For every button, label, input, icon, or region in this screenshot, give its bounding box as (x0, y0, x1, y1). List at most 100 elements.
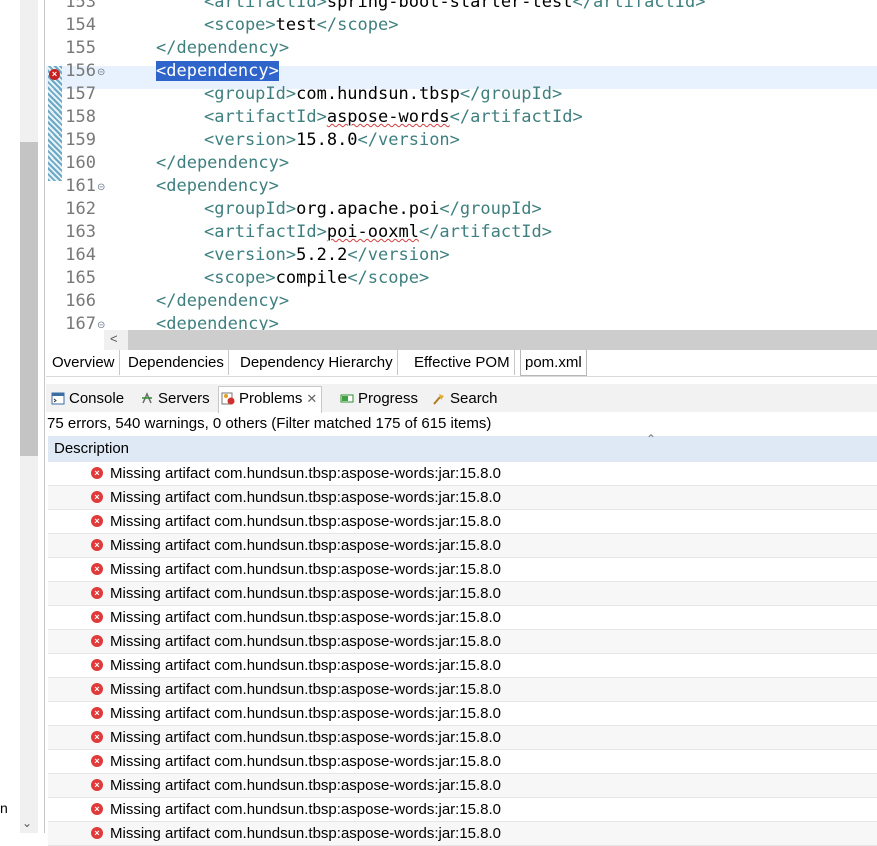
scroll-left-icon[interactable]: < (110, 331, 118, 346)
code-text[interactable]: </dependency> (156, 38, 289, 58)
line-number: 165 (65, 268, 96, 288)
column-description[interactable]: Description (54, 436, 129, 462)
problem-row[interactable]: × Missing artifact com.hundsun.tbsp:aspos… (48, 822, 877, 846)
code-text[interactable]: </dependency> (156, 291, 289, 311)
problems-summary: 75 errors, 540 warnings, 0 others (Filte… (47, 415, 492, 432)
pom-xml-editor[interactable]: 153 <artifactId>spring-boot-starter-test<… (46, 0, 877, 330)
tab-dependencies[interactable]: Dependencies (124, 350, 229, 375)
code-text[interactable]: <artifactId>aspose-words</artifactId> (204, 107, 583, 127)
line-number: 154 (65, 15, 96, 35)
left-scrollbar-thumb[interactable] (20, 142, 38, 456)
code-line[interactable]: 167 ⊝ <dependency> (46, 314, 877, 330)
code-text[interactable]: <scope>compile</scope> (204, 268, 429, 288)
tab-overview[interactable]: Overview (48, 350, 120, 375)
error-icon[interactable]: × (49, 69, 60, 80)
xml-value: com.hundsun.tbsp (296, 84, 460, 104)
xml-value: spring-boot-starter-test (326, 0, 573, 12)
problem-description: Missing artifact com.hundsun.tbsp:aspose… (110, 537, 502, 554)
xml-tag: <version> (204, 245, 297, 265)
tab-progress[interactable]: Progress (340, 387, 418, 411)
tab-pom-xml[interactable]: pom.xml (520, 350, 587, 376)
xml-value: test (275, 15, 317, 35)
problem-description: Missing artifact com.hundsun.tbsp:aspose… (110, 633, 502, 650)
problem-description: Missing artifact com.hundsun.tbsp:aspose… (110, 825, 502, 842)
code-text[interactable]: <dependency> (156, 61, 279, 81)
error-icon: × (91, 683, 103, 695)
code-text[interactable]: <groupId>org.apache.poi</groupId> (204, 199, 542, 219)
problem-row[interactable]: × Missing artifact com.hundsun.tbsp:aspos… (48, 726, 877, 750)
code-line[interactable]: 163 <artifactId>poi-ooxml</artifactId> (46, 222, 877, 250)
xml-tag: </dependency> (156, 38, 290, 58)
problem-row[interactable]: × Missing artifact com.hundsun.tbsp:aspos… (48, 534, 877, 558)
fold-collapse-icon[interactable]: ⊝ (97, 182, 105, 193)
views-tab-bar: Console Servers Problems ✕ Progress Searc… (46, 384, 877, 413)
xml-tag: </scope> (316, 15, 399, 35)
problem-row[interactable]: × Missing artifact com.hundsun.tbsp:aspos… (48, 486, 877, 510)
problem-row[interactable]: × Missing artifact com.hundsun.tbsp:aspos… (48, 510, 877, 534)
problem-row[interactable]: × Missing artifact com.hundsun.tbsp:aspos… (48, 630, 877, 654)
code-text[interactable]: <artifactId>poi-ooxml</artifactId> (204, 222, 552, 242)
close-icon[interactable]: ✕ (306, 391, 317, 406)
code-text[interactable]: <artifactId>spring-boot-starter-test</ar… (204, 0, 706, 12)
tab-search[interactable]: Search (432, 387, 498, 411)
error-icon: × (91, 587, 103, 599)
problem-row[interactable]: × Missing artifact com.hundsun.tbsp:aspos… (48, 678, 877, 702)
code-text[interactable]: <groupId>com.hundsun.tbsp</groupId> (204, 84, 562, 104)
fold-collapse-icon[interactable]: ⊝ (97, 320, 105, 330)
tab-effective-pom[interactable]: Effective POM (410, 350, 515, 375)
xml-value-spellcheck: poi-ooxml (326, 222, 419, 242)
error-icon: × (91, 827, 103, 839)
error-icon: × (91, 491, 103, 503)
code-text[interactable]: <dependency> (156, 176, 279, 196)
scroll-down-icon[interactable]: ⌄ (22, 816, 32, 830)
xml-value: org.apache.poi (296, 199, 440, 219)
fold-collapse-icon[interactable]: ⊝ (97, 67, 105, 78)
tab-console[interactable]: Console (51, 387, 124, 411)
tab-servers[interactable]: Servers (140, 387, 210, 411)
code-text[interactable]: <dependency> (156, 314, 279, 330)
xml-tag: </scope> (347, 268, 430, 288)
line-number: 167 (65, 314, 96, 330)
xml-tag: <dependency> (156, 61, 279, 81)
xml-tag: <groupId> (204, 84, 297, 104)
problem-row[interactable]: × Missing artifact com.hundsun.tbsp:aspos… (48, 462, 877, 486)
code-line[interactable]: 164 <version>5.2.2</version> (46, 245, 877, 273)
left-vertical-scrollbar[interactable]: ⌄ (20, 0, 38, 833)
line-number: 162 (65, 199, 96, 219)
problem-description: Missing artifact com.hundsun.tbsp:aspose… (110, 585, 502, 602)
xml-tag: </dependency> (156, 291, 290, 311)
left-panel-text: n (0, 800, 8, 816)
xml-value: 5.2.2 (296, 245, 348, 265)
xml-tag: <dependency> (156, 314, 279, 330)
code-line[interactable]: 153 <artifactId>spring-boot-starter-test<… (46, 0, 877, 20)
code-line[interactable]: 158 <artifactId>aspose-words</artifactId> (46, 107, 877, 135)
tab-console-label: Console (69, 390, 125, 407)
sort-caret-icon[interactable]: ⌃ (646, 432, 656, 446)
code-text[interactable]: <scope>test</scope> (204, 15, 399, 35)
error-icon: × (91, 755, 103, 767)
xml-tag: </artifactId> (449, 107, 583, 127)
problem-row[interactable]: × Missing artifact com.hundsun.tbsp:aspos… (48, 654, 877, 678)
code-text[interactable]: </dependency> (156, 153, 289, 173)
problem-row[interactable]: × Missing artifact com.hundsun.tbsp:aspos… (48, 582, 877, 606)
problem-description: Missing artifact com.hundsun.tbsp:aspose… (110, 801, 502, 818)
editor-scrollbar-thumb[interactable] (128, 330, 877, 350)
problem-row[interactable]: × Missing artifact com.hundsun.tbsp:aspos… (48, 558, 877, 582)
tab-problems[interactable]: Problems ✕ (218, 386, 323, 413)
problem-row[interactable]: × Missing artifact com.hundsun.tbsp:aspos… (48, 606, 877, 630)
error-icon: × (91, 539, 103, 551)
xml-value: compile (275, 268, 348, 288)
tab-dependency-hierarchy[interactable]: Dependency Hierarchy (236, 350, 398, 375)
problem-row[interactable]: × Missing artifact com.hundsun.tbsp:aspos… (48, 702, 877, 726)
problems-list: × Missing artifact com.hundsun.tbsp:aspos… (48, 462, 877, 846)
xml-tag: <groupId> (204, 199, 297, 219)
problem-row[interactable]: × Missing artifact com.hundsun.tbsp:aspos… (48, 798, 877, 822)
xml-value: 15.8.0 (296, 130, 358, 150)
code-text[interactable]: <version>15.8.0</version> (204, 130, 460, 150)
xml-tag: </version> (347, 245, 450, 265)
editor-horizontal-scrollbar[interactable]: < (104, 330, 877, 350)
xml-tag: <scope> (204, 268, 276, 288)
problem-row[interactable]: × Missing artifact com.hundsun.tbsp:aspos… (48, 750, 877, 774)
problem-row[interactable]: × Missing artifact com.hundsun.tbsp:aspos… (48, 774, 877, 798)
code-text[interactable]: <version>5.2.2</version> (204, 245, 450, 265)
